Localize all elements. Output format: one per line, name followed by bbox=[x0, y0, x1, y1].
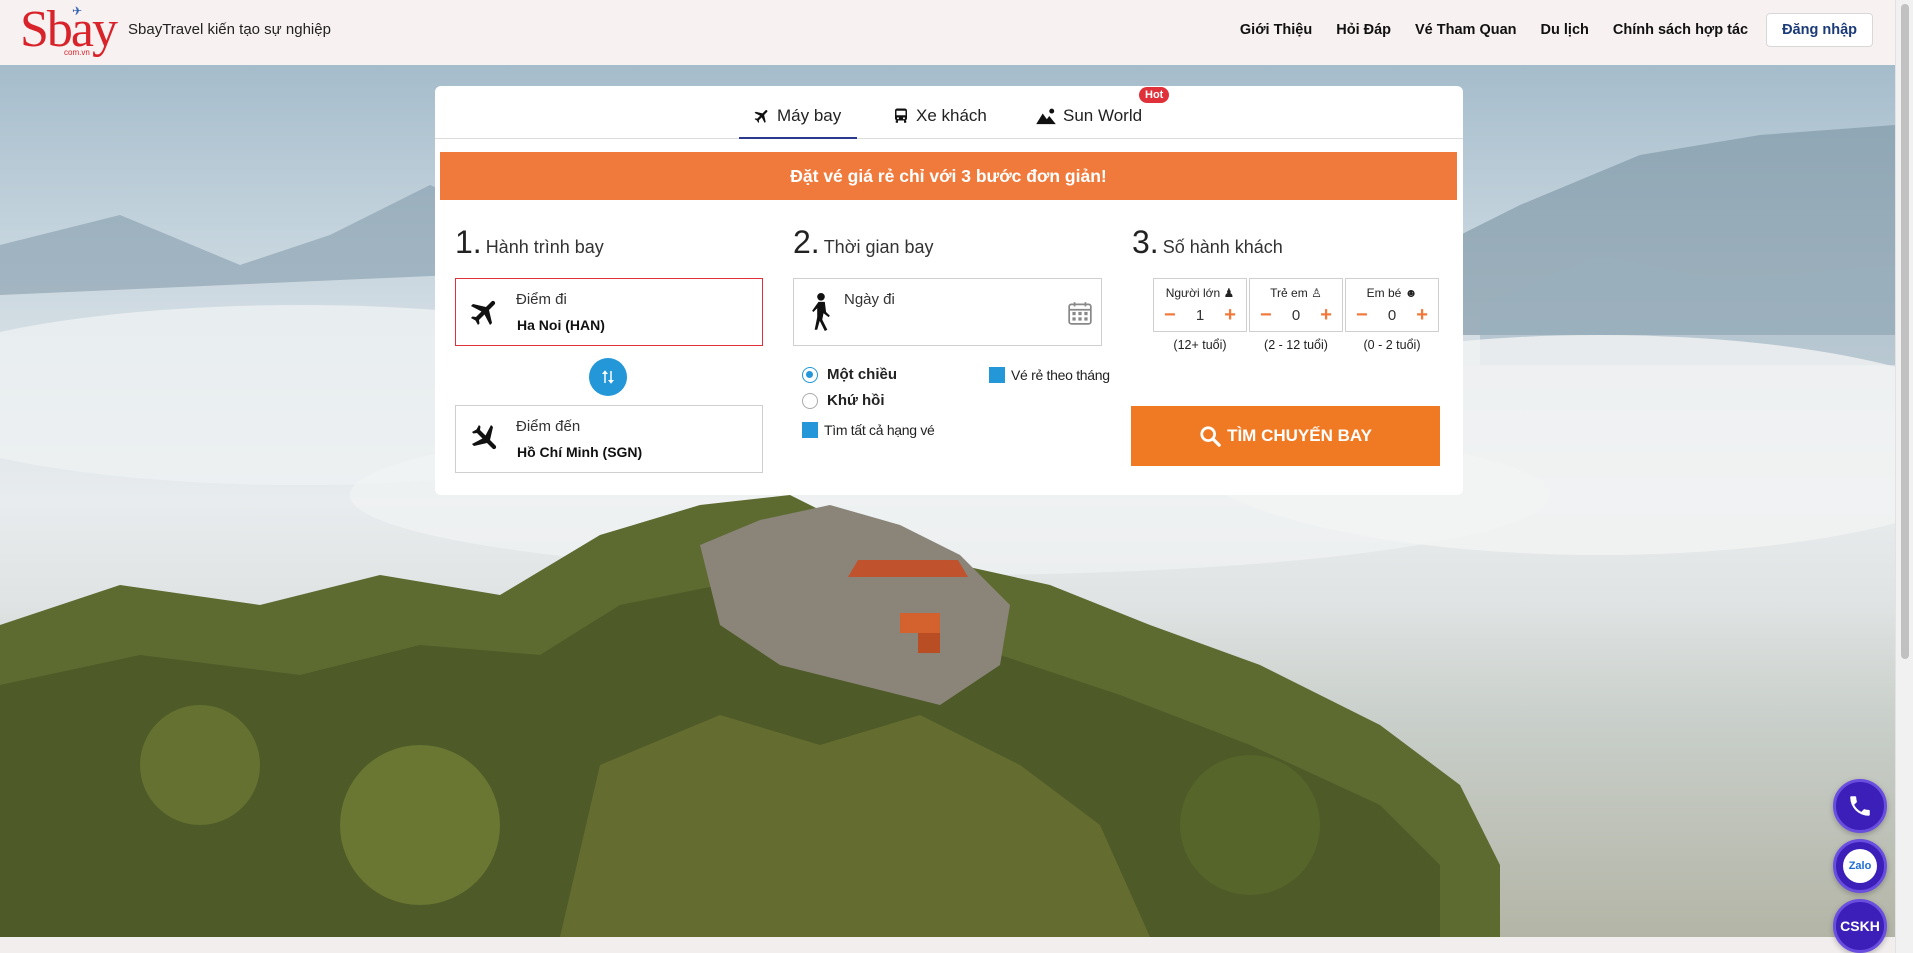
search-icon bbox=[1200, 426, 1221, 447]
page-bottom-strip bbox=[0, 937, 1895, 953]
adult-counter: Người lớn ♟ − 1 + bbox=[1153, 278, 1247, 332]
child-controls: − 0 + bbox=[1250, 305, 1342, 325]
tab-may-bay[interactable]: Máy bay bbox=[739, 106, 857, 139]
infant-minus-button[interactable]: − bbox=[1356, 305, 1368, 325]
cheap-monthly-label: Vé rẻ theo tháng bbox=[1011, 367, 1110, 383]
child-label: Trẻ em bbox=[1270, 286, 1308, 300]
step3-title: 3. Số hành khách bbox=[1132, 224, 1283, 261]
adult-icon: ♟ bbox=[1223, 286, 1235, 300]
departure-date-field[interactable]: Ngày đi bbox=[793, 278, 1102, 346]
step2-title: 2. Thời gian bay bbox=[793, 224, 934, 261]
adult-label: Người lớn bbox=[1165, 286, 1221, 300]
infant-count: 0 bbox=[1387, 306, 1397, 324]
destination-field[interactable]: Điểm đến Hồ Chí Minh (SGN) bbox=[455, 405, 763, 473]
round-trip-radio[interactable] bbox=[802, 392, 818, 409]
child-plus-button[interactable]: + bbox=[1320, 305, 1332, 325]
zalo-chat-button[interactable]: Zalo bbox=[1833, 839, 1887, 893]
tab-sun-world-label: Sun World bbox=[1063, 106, 1143, 125]
nav-hoi-dap[interactable]: Hỏi Đáp bbox=[1336, 22, 1391, 38]
promo-banner: Đặt vé giá rẻ chỉ với 3 bước đơn giản! bbox=[440, 152, 1457, 200]
tab-xe-khach[interactable]: Xe khách bbox=[892, 106, 987, 139]
search-flights-button[interactable]: TÌM CHUYẾN BAY bbox=[1131, 406, 1440, 466]
airplane-icon bbox=[754, 110, 768, 123]
site-tagline: SbayTravel kiến tạo sự nghiệp bbox=[128, 21, 331, 38]
adult-controls: − 1 + bbox=[1154, 305, 1246, 325]
scrollbar-thumb[interactable] bbox=[1901, 4, 1909, 659]
child-count: 0 bbox=[1291, 306, 1301, 324]
step2-label: Thời gian bay bbox=[823, 237, 934, 257]
infant-age: (0 - 2 tuổi) bbox=[1363, 338, 1421, 352]
child-counter: Trẻ em ♙ − 0 + bbox=[1249, 278, 1343, 332]
tab-may-bay-label: Máy bay bbox=[777, 106, 842, 125]
logo-plane-icon: ✈ bbox=[72, 4, 83, 18]
adult-minus-button[interactable]: − bbox=[1164, 305, 1176, 325]
adult-age: (12+ tuổi) bbox=[1173, 338, 1227, 352]
step2-number: 2. bbox=[793, 224, 820, 260]
origin-value: Ha Noi (HAN) bbox=[517, 317, 605, 333]
infant-icon: ☻ bbox=[1404, 286, 1418, 300]
logo-domain: com.vn bbox=[64, 48, 90, 57]
departure-plane-icon bbox=[470, 300, 496, 326]
infant-plus-button[interactable]: + bbox=[1416, 305, 1428, 325]
step3-label: Số hành khách bbox=[1162, 237, 1283, 257]
tab-xe-khach-label: Xe khách bbox=[916, 106, 987, 125]
departure-date-placeholder: Ngày đi bbox=[844, 291, 895, 308]
step1-label: Hành trình bay bbox=[485, 237, 604, 257]
login-button[interactable]: Đăng nhập bbox=[1766, 13, 1873, 47]
infant-label: Em bé bbox=[1366, 286, 1402, 300]
bus-icon bbox=[895, 108, 907, 123]
round-trip-option[interactable]: Khứ hồi bbox=[802, 392, 885, 409]
booking-panel: Máy bay Xe khách Sun World Hot Đặt vé gi… bbox=[435, 86, 1463, 495]
nav-du-lich[interactable]: Du lịch bbox=[1541, 22, 1589, 38]
origin-field[interactable]: Điểm đi Ha Noi (HAN) bbox=[455, 278, 763, 346]
site-header: Sbay ✈ com.vn SbayTravel kiến tạo sự ngh… bbox=[0, 0, 1895, 65]
all-classes-option[interactable]: Tìm tất cả hạng vé bbox=[802, 422, 935, 438]
adult-plus-button[interactable]: + bbox=[1224, 305, 1236, 325]
child-age: (2 - 12 tuổi) bbox=[1264, 338, 1328, 352]
infant-counter: Em bé ☻ − 0 + bbox=[1345, 278, 1439, 332]
zalo-icon: Zalo bbox=[1843, 849, 1877, 883]
mountain-icon bbox=[1036, 108, 1056, 125]
step3-number: 3. bbox=[1132, 224, 1159, 260]
nav-gioi-thieu[interactable]: Giới Thiệu bbox=[1240, 22, 1312, 38]
adult-header: Người lớn ♟ bbox=[1154, 286, 1246, 300]
cheap-monthly-checkbox[interactable] bbox=[989, 367, 1005, 383]
swap-route-button[interactable] bbox=[589, 358, 627, 396]
swap-arrows-icon bbox=[602, 370, 614, 384]
phone-icon bbox=[1850, 796, 1870, 816]
step1-title: 1. Hành trình bay bbox=[455, 224, 604, 261]
search-flights-label: TÌM CHUYẾN BAY bbox=[1227, 426, 1372, 445]
nav-ve-tham-quan[interactable]: Vé Tham Quan bbox=[1415, 22, 1517, 38]
adult-count: 1 bbox=[1195, 306, 1205, 324]
step1-number: 1. bbox=[455, 224, 482, 260]
walking-person-icon bbox=[812, 293, 830, 331]
round-trip-label: Khứ hồi bbox=[827, 392, 885, 409]
all-classes-checkbox[interactable] bbox=[802, 422, 818, 438]
hot-badge: Hot bbox=[1139, 87, 1170, 103]
cheap-monthly-option[interactable]: Vé rẻ theo tháng bbox=[989, 367, 1110, 383]
child-minus-button[interactable]: − bbox=[1260, 305, 1272, 325]
one-way-radio[interactable] bbox=[802, 366, 818, 383]
origin-label: Điểm đi bbox=[516, 291, 567, 308]
destination-label: Điểm đến bbox=[516, 418, 581, 435]
booking-tabs: Máy bay Xe khách Sun World Hot bbox=[435, 86, 1463, 139]
calendar-icon[interactable] bbox=[1067, 300, 1093, 326]
child-icon: ♙ bbox=[1311, 286, 1322, 300]
arrival-plane-icon bbox=[471, 424, 497, 450]
child-header: Trẻ em ♙ bbox=[1250, 286, 1342, 300]
nav-chinh-sach[interactable]: Chính sách hợp tác bbox=[1613, 22, 1748, 38]
one-way-label: Một chiều bbox=[827, 366, 897, 383]
destination-value: Hồ Chí Minh (SGN) bbox=[517, 444, 643, 460]
all-classes-label: Tìm tất cả hạng vé bbox=[824, 422, 935, 438]
customer-care-label: CSKH bbox=[1840, 918, 1880, 934]
main-nav: Giới Thiệu Hỏi Đáp Vé Tham Quan Du lịch … bbox=[1216, 13, 1873, 47]
one-way-option[interactable]: Một chiều bbox=[802, 366, 897, 383]
sbay-logo[interactable]: Sbay ✈ com.vn bbox=[20, 4, 118, 58]
phone-call-button[interactable] bbox=[1833, 779, 1887, 833]
tab-sun-world[interactable]: Sun World bbox=[1035, 106, 1142, 139]
infant-controls: − 0 + bbox=[1346, 305, 1438, 325]
infant-header: Em bé ☻ bbox=[1346, 286, 1438, 300]
customer-care-button[interactable]: CSKH bbox=[1833, 899, 1887, 953]
page-scrollbar[interactable] bbox=[1895, 0, 1913, 953]
